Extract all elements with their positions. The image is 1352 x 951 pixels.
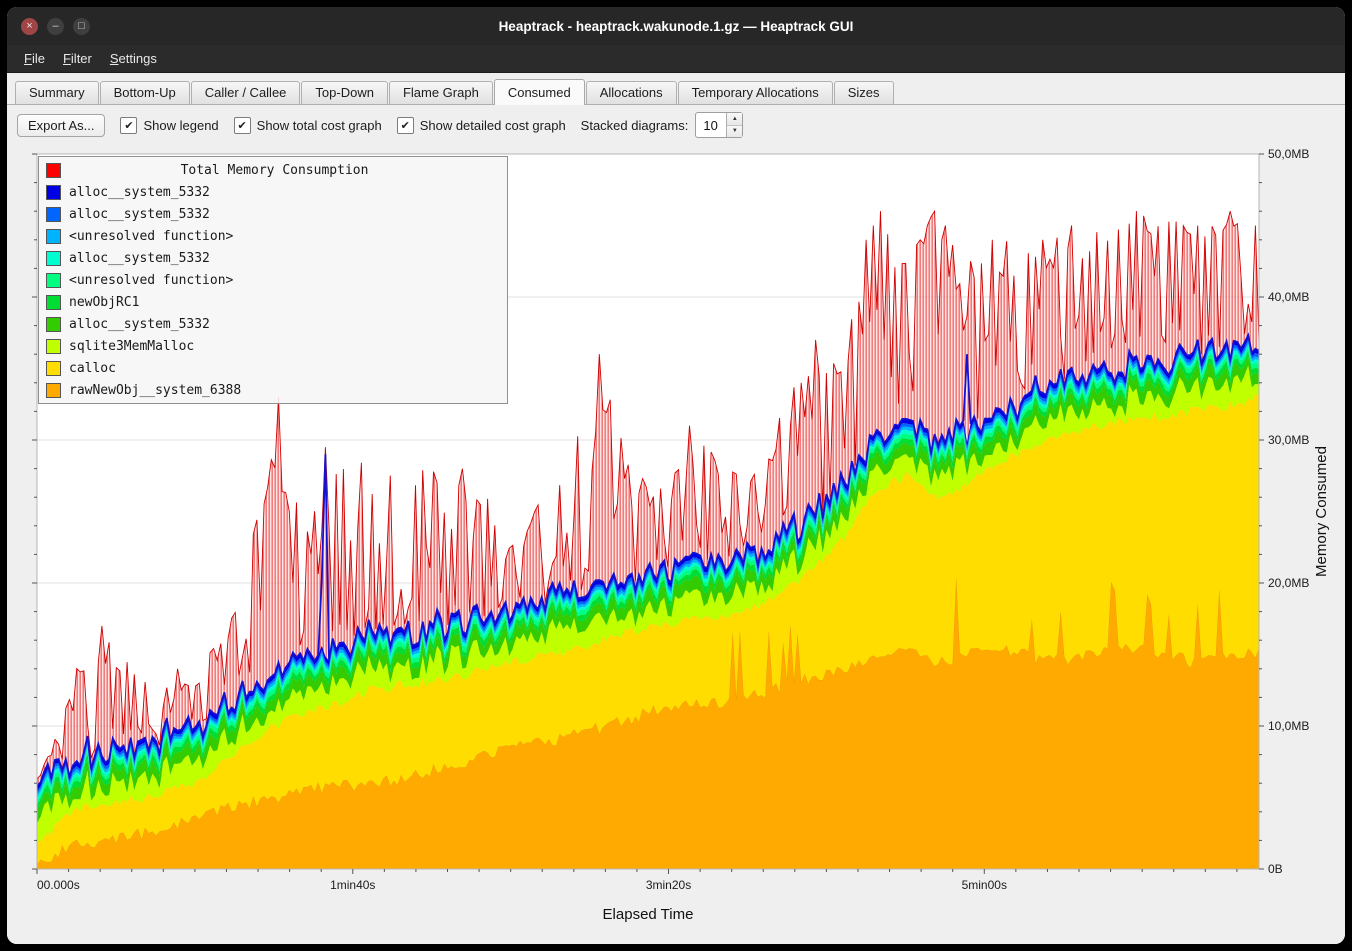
chart-legend: Total Memory Consumption alloc__system_53…: [38, 156, 508, 404]
heaptrack-window: × – □ Heaptrack - heaptrack.wakunode.1.g…: [7, 7, 1345, 944]
y-tick-label: 20,0MB: [1268, 576, 1309, 590]
legend-label: rawNewObj__system_6388: [69, 383, 241, 398]
y-tick-label: 30,0MB: [1268, 433, 1309, 447]
menu-item-settings[interactable]: Settings: [101, 47, 166, 70]
x-tick-label: 00.000s: [37, 878, 80, 892]
spin-up-button[interactable]: ▲: [727, 113, 742, 126]
tab-allocations[interactable]: Allocations: [586, 81, 677, 104]
legend-item: newObjRC1: [39, 291, 507, 313]
legend-swatch: [46, 185, 61, 200]
menubar: FileFilterSettings: [7, 45, 1345, 73]
legend-label: alloc__system_5332: [69, 317, 210, 332]
menu-item-filter[interactable]: Filter: [54, 47, 101, 70]
spinbox-steppers: ▲ ▼: [726, 113, 742, 137]
maximize-icon: □: [78, 21, 85, 32]
checkbox-box: ✔: [120, 117, 137, 134]
legend-swatch: [46, 229, 61, 244]
tab-bar: SummaryBottom-UpCaller / CalleeTop-DownF…: [7, 73, 1345, 105]
legend-label: <unresolved function>: [69, 229, 233, 244]
close-icon: ×: [26, 21, 32, 32]
legend-item: sqlite3MemMalloc: [39, 335, 507, 357]
x-tick-label: 5min00s: [962, 878, 1007, 892]
legend-label: sqlite3MemMalloc: [69, 339, 194, 354]
legend-swatch: [46, 361, 61, 376]
tab-top-down[interactable]: Top-Down: [301, 81, 388, 104]
window-title: Heaptrack - heaptrack.wakunode.1.gz — He…: [7, 19, 1345, 34]
x-tick-label: 1min40s: [330, 878, 375, 892]
legend-swatch: [46, 317, 61, 332]
stacked-diagrams-value: 10: [696, 113, 726, 137]
checkbox-show-legend[interactable]: ✔ Show legend: [120, 117, 218, 134]
checkbox-box: ✔: [234, 117, 251, 134]
x-tick-label: 3min20s: [646, 878, 691, 892]
legend-item: alloc__system_5332: [39, 181, 507, 203]
window-controls: × – □: [21, 18, 90, 35]
checkbox-label: Show total cost graph: [257, 118, 382, 133]
legend-item: calloc: [39, 357, 507, 379]
tab-sizes[interactable]: Sizes: [834, 81, 894, 104]
legend-label: alloc__system_5332: [69, 207, 210, 222]
legend-swatch: [46, 273, 61, 288]
checkbox-show-detailed-cost-graph[interactable]: ✔ Show detailed cost graph: [397, 117, 566, 134]
tab-caller-callee[interactable]: Caller / Callee: [191, 81, 301, 104]
y-tick-label: 40,0MB: [1268, 290, 1309, 304]
legend-item: <unresolved function>: [39, 269, 507, 291]
legend-swatch: [46, 295, 61, 310]
menu-item-file[interactable]: File: [15, 47, 54, 70]
y-tick-label: 10,0MB: [1268, 719, 1309, 733]
legend-label: alloc__system_5332: [69, 185, 210, 200]
chart-area: 0B 10,0MB 20,0MB 30,0MB 40,0MB 50,0MB 00.000s 1…: [7, 145, 1345, 944]
legend-title-row: Total Memory Consumption: [39, 159, 507, 181]
legend-item: alloc__system_5332: [39, 203, 507, 225]
minimize-icon: –: [52, 21, 58, 32]
legend-item: rawNewObj__system_6388: [39, 379, 507, 401]
checkbox-label: Show legend: [143, 118, 218, 133]
stacked-diagrams-label: Stacked diagrams:: [581, 118, 689, 133]
legend-label: alloc__system_5332: [69, 251, 210, 266]
x-axis-title: Elapsed Time: [603, 906, 694, 923]
checkbox-label: Show detailed cost graph: [420, 118, 566, 133]
legend-label: <unresolved function>: [69, 273, 233, 288]
legend-swatch: [46, 207, 61, 222]
tab-summary[interactable]: Summary: [15, 81, 99, 104]
toolbar: Export As... ✔ Show legend ✔ Show total cos…: [7, 105, 1345, 145]
legend-title-swatch: [46, 163, 61, 178]
legend-item: <unresolved function>: [39, 225, 507, 247]
maximize-button[interactable]: □: [73, 18, 90, 35]
export-as-button[interactable]: Export As...: [17, 114, 105, 137]
y-tick-label: 50,0MB: [1268, 147, 1309, 161]
titlebar[interactable]: × – □ Heaptrack - heaptrack.wakunode.1.g…: [7, 7, 1345, 45]
tab-flame-graph[interactable]: Flame Graph: [389, 81, 493, 104]
legend-item: alloc__system_5332: [39, 313, 507, 335]
legend-swatch: [46, 339, 61, 354]
legend-title: Total Memory Consumption: [69, 163, 500, 178]
spin-down-button[interactable]: ▼: [727, 126, 742, 138]
tab-consumed[interactable]: Consumed: [494, 79, 585, 105]
y-axis-title: Memory Consumed: [1313, 446, 1330, 577]
legend-label: calloc: [69, 361, 116, 376]
legend-swatch: [46, 251, 61, 266]
tab-temporary-allocations[interactable]: Temporary Allocations: [678, 81, 833, 104]
minimize-button[interactable]: –: [47, 18, 64, 35]
y-tick-label: 0B: [1268, 862, 1283, 876]
legend-swatch: [46, 383, 61, 398]
tab-bottom-up[interactable]: Bottom-Up: [100, 81, 190, 104]
close-button[interactable]: ×: [21, 18, 38, 35]
checkbox-box: ✔: [397, 117, 414, 134]
legend-label: newObjRC1: [69, 295, 139, 310]
stacked-diagrams-spinbox[interactable]: 10 ▲ ▼: [695, 112, 743, 138]
legend-item: alloc__system_5332: [39, 247, 507, 269]
checkbox-show-total-cost-graph[interactable]: ✔ Show total cost graph: [234, 117, 382, 134]
